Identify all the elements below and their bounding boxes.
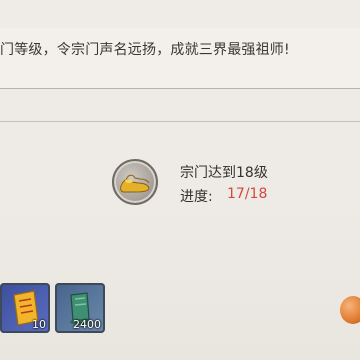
quest-description: 门等级，令宗门声名远扬，成就三界最强祖师!	[0, 42, 290, 58]
quest-title: 宗门达到18级	[180, 165, 268, 181]
golden-shoes-icon	[112, 159, 158, 205]
reward-count: 2400	[73, 318, 101, 331]
reward-item-scroll[interactable]: 10	[0, 283, 50, 333]
action-orb-icon[interactable]	[340, 296, 360, 324]
divider	[0, 121, 360, 122]
quest-panel: 门等级，令宗门声名远扬，成就三界最强祖师! 宗门达到18级 进度: 17/18 …	[0, 0, 360, 360]
reward-count: 10	[32, 318, 46, 331]
reward-item-jade[interactable]: 2400	[55, 283, 105, 333]
progress-value: 17/18	[227, 186, 268, 202]
progress-label: 进度:	[180, 189, 213, 205]
